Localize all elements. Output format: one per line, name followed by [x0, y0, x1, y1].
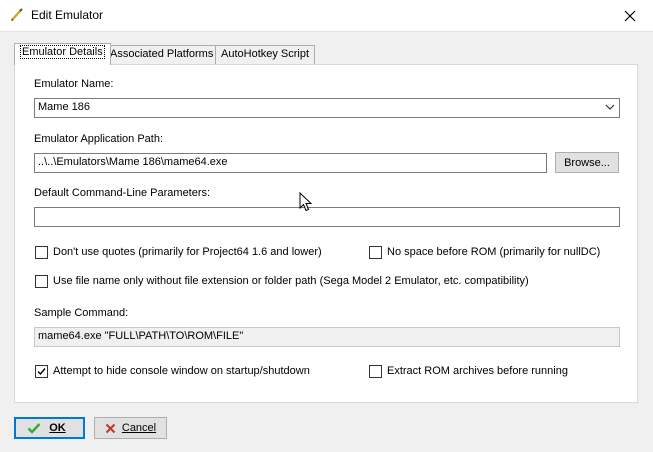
use-file-name-only-checkbox[interactable] — [35, 275, 48, 288]
browse-label: Browse... — [564, 156, 610, 169]
close-button[interactable] — [607, 0, 653, 31]
app-path-input[interactable]: ..\..\Emulators\Mame 186\mame64.exe — [34, 153, 547, 173]
tab-emulator-details[interactable]: Emulator Details — [14, 43, 111, 65]
dont-use-quotes-checkbox[interactable] — [35, 246, 48, 259]
ok-label: OK — [49, 422, 66, 434]
extract-rom-label: Extract ROM archives before running — [387, 365, 568, 377]
mouse-cursor-icon — [299, 192, 313, 212]
emulator-name-combo[interactable]: Mame 186 — [34, 98, 620, 118]
cancel-button[interactable]: Cancel — [94, 417, 167, 439]
ok-button[interactable]: OK — [14, 417, 85, 439]
hide-console-checkbox[interactable] — [35, 365, 48, 378]
no-space-before-rom-checkbox[interactable] — [369, 246, 382, 259]
close-icon — [624, 10, 636, 21]
sample-command-field: mame64.exe "FULL\PATH\TO\ROM\FILE" — [34, 327, 620, 347]
tab-autohotkey-script[interactable]: AutoHotkey Script — [215, 45, 316, 64]
no-space-before-rom-label: No space before ROM (primarily for nullD… — [387, 246, 601, 258]
hide-console-label: Attempt to hide console window on startu… — [53, 365, 310, 377]
app-path-value: ..\..\Emulators\Mame 186\mame64.exe — [38, 156, 228, 168]
sample-command-label: Sample Command: — [34, 307, 129, 319]
pencil-icon — [11, 8, 23, 21]
checkmark-icon — [27, 423, 41, 434]
sample-command-value: mame64.exe "FULL\PATH\TO\ROM\FILE" — [38, 330, 244, 342]
title-bar: Edit Emulator — [0, 0, 653, 32]
cancel-label: Cancel — [121, 422, 157, 434]
emulator-name-value: Mame 186 — [38, 101, 90, 113]
extract-rom-checkbox[interactable] — [369, 365, 382, 378]
checkmark-icon — [37, 368, 46, 376]
tab-label: Associated Platforms — [110, 48, 214, 60]
cmdline-input[interactable] — [34, 207, 620, 227]
emulator-name-label: Emulator Name: — [34, 78, 114, 90]
tab-associated-platforms[interactable]: Associated Platforms — [104, 45, 220, 64]
window-title: Edit Emulator — [31, 8, 104, 22]
use-file-name-only-label: Use file name only without file extensio… — [53, 275, 529, 287]
tab-label: Emulator Details — [20, 45, 105, 59]
app-path-label: Emulator Application Path: — [34, 133, 164, 145]
tab-label: AutoHotkey Script — [221, 48, 310, 60]
x-icon — [105, 423, 116, 433]
dont-use-quotes-label: Don't use quotes (primarily for Project6… — [53, 246, 322, 258]
browse-button[interactable]: Browse... — [555, 152, 619, 173]
chevron-down-icon — [605, 104, 615, 110]
cmdline-label: Default Command-Line Parameters: — [34, 187, 211, 199]
